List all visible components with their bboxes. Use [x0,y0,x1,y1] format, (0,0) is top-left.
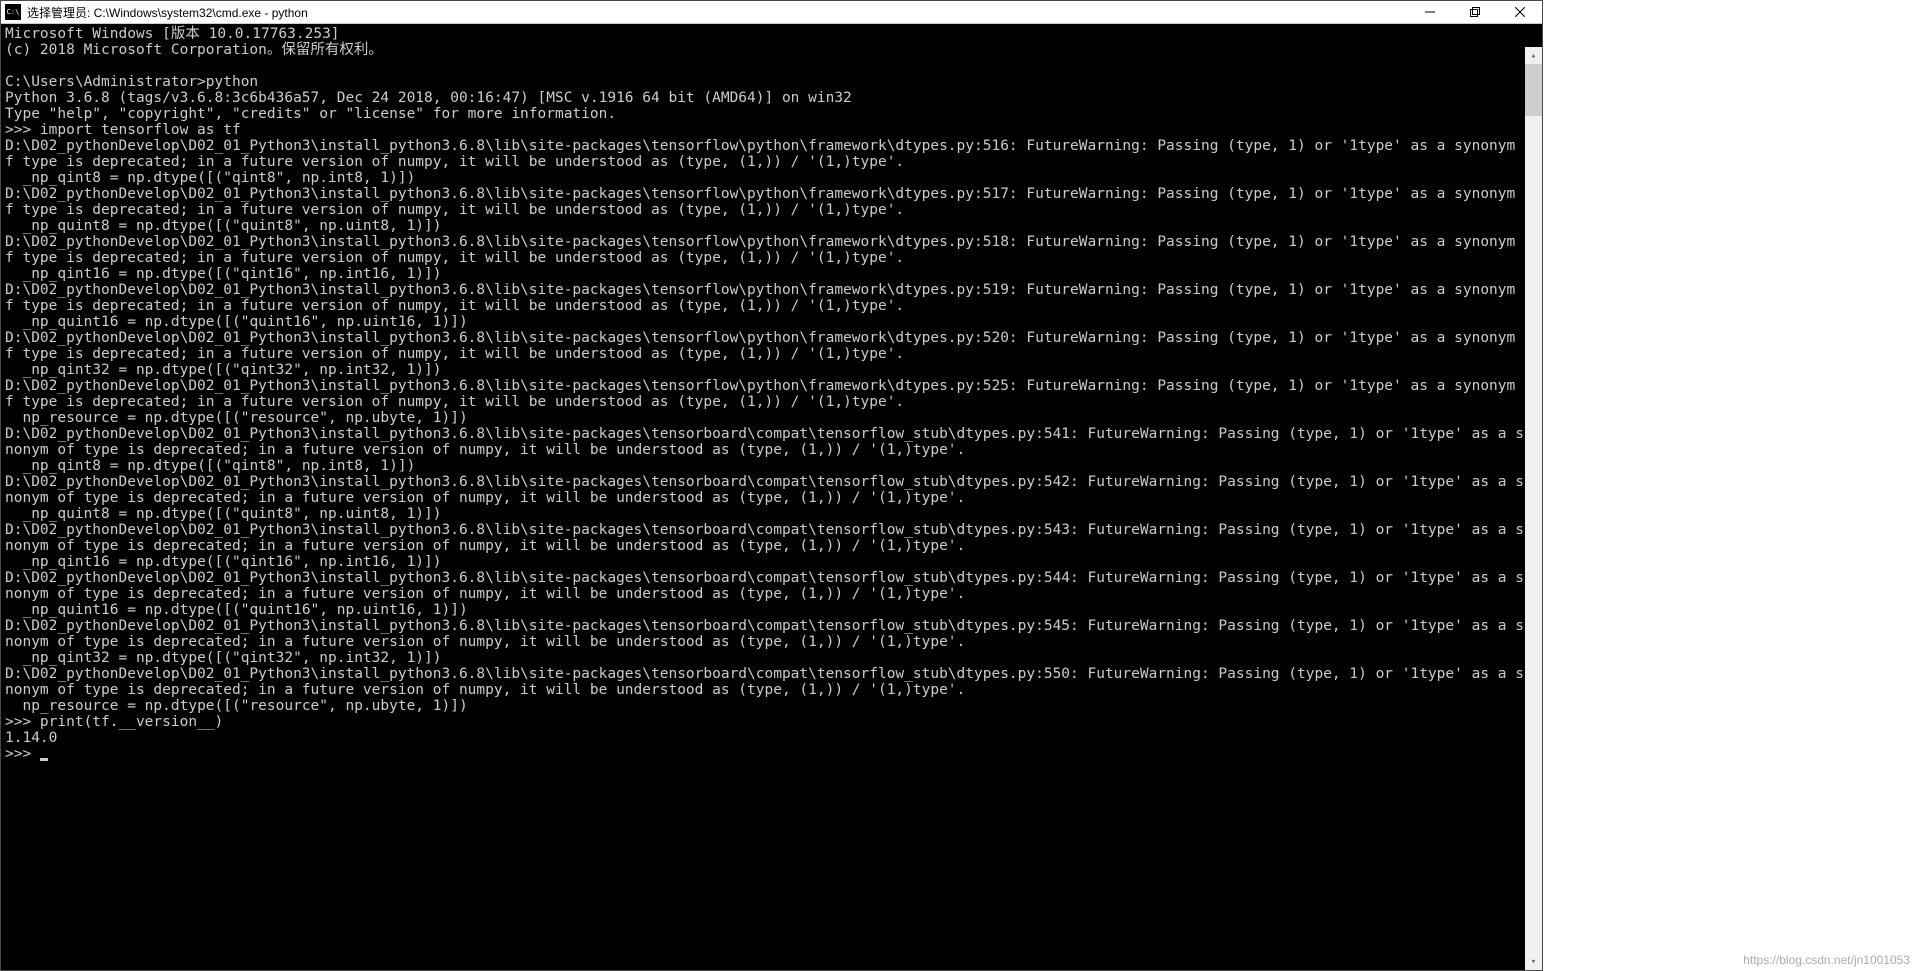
cmd-icon [5,4,21,20]
close-icon [1515,7,1525,17]
window-title: 选择管理员: C:\Windows\system32\cmd.exe - pyt… [27,4,1407,21]
close-button[interactable] [1497,1,1542,24]
window-controls [1407,1,1542,24]
scroll-down-arrow[interactable]: ▾ [1525,953,1542,970]
maximize-button[interactable] [1452,1,1497,24]
scroll-up-arrow[interactable]: ▴ [1525,47,1542,64]
vertical-scrollbar[interactable]: ▴ ▾ [1525,47,1542,970]
titlebar[interactable]: 选择管理员: C:\Windows\system32\cmd.exe - pyt… [1,1,1542,24]
maximize-icon [1470,7,1480,17]
terminal-cursor [40,758,48,761]
scroll-track[interactable] [1525,64,1542,953]
scroll-thumb[interactable] [1525,64,1542,116]
cmd-window: 选择管理员: C:\Windows\system32\cmd.exe - pyt… [0,0,1543,971]
watermark-text: https://blog.csdn.net/jn1001053 [1743,953,1910,967]
terminal-output[interactable]: Microsoft Windows [版本 10.0.17763.253] (c… [1,24,1542,970]
minimize-icon [1425,7,1435,17]
minimize-button[interactable] [1407,1,1452,24]
